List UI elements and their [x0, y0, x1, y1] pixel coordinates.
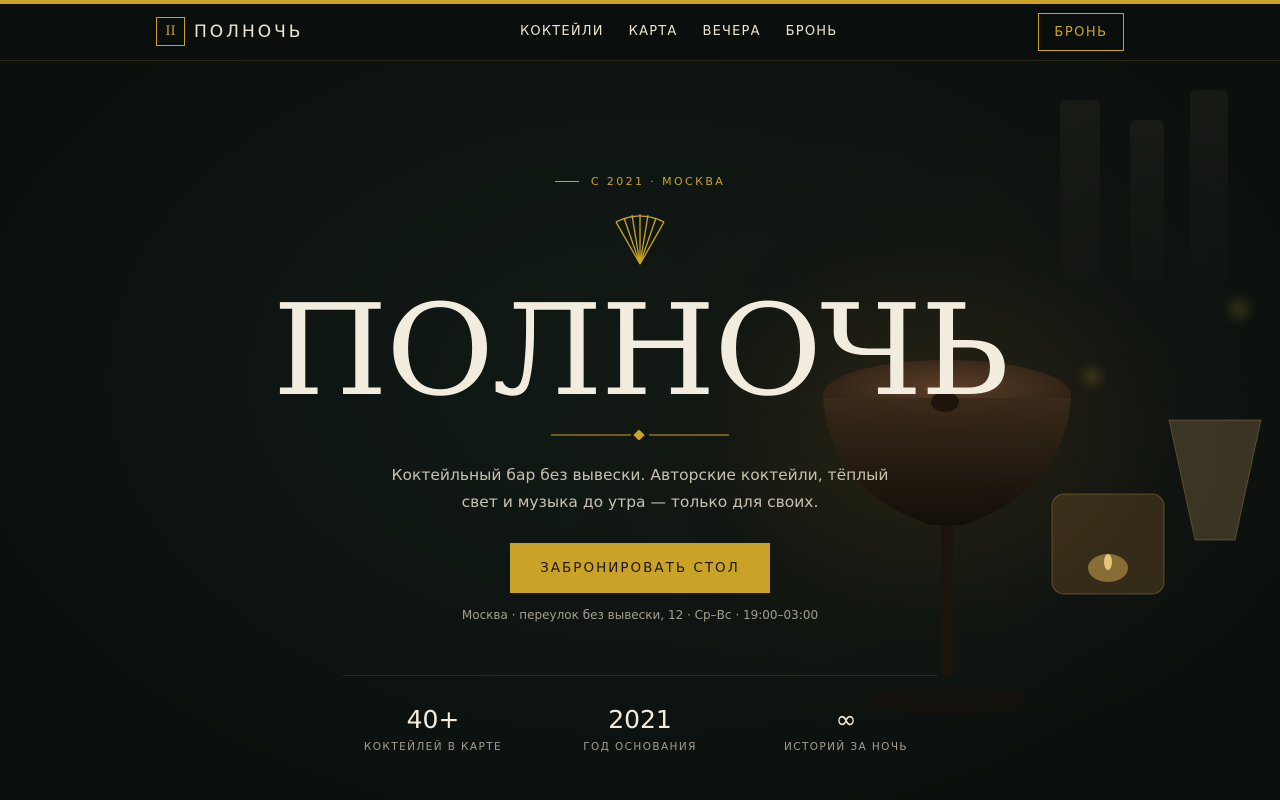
candle-glass-illustration	[1051, 493, 1165, 595]
stat-value: 2021	[608, 705, 672, 734]
book-button[interactable]: БРОНЬ	[1038, 13, 1124, 51]
eyebrow-text: С 2021 · МОСКВА	[590, 175, 726, 188]
stat-stories: ∞ ИСТОРИЙ ЗА НОЧЬ	[746, 705, 946, 753]
landing-page: II ПОЛНОЧЬ КОКТЕЙЛИ КАРТА ВЕЧЕРА БРОНЬ Б…	[0, 0, 1280, 800]
logo-text: ПОЛНОЧЬ	[194, 21, 304, 42]
hero-tagline: Коктейльный бар без вывески. Авторские к…	[391, 466, 889, 511]
bottle-silhouette	[1130, 120, 1164, 280]
stat-value: 40+	[406, 705, 460, 734]
jigger-illustration	[1168, 419, 1262, 541]
eyebrow-line	[554, 181, 579, 182]
hero-title: ПОЛНОЧЬ	[272, 277, 1010, 424]
logo-mark: II	[156, 17, 185, 46]
logo[interactable]: II ПОЛНОЧЬ	[156, 17, 303, 46]
ornament-divider	[551, 430, 729, 440]
art-deco-fan-icon	[615, 214, 665, 265]
stat-value: ∞	[835, 705, 857, 734]
nav-item-booking[interactable]: БРОНЬ	[786, 24, 838, 39]
stat-label: КОКТЕЙЛЕЙ В КАРТЕ	[363, 741, 503, 753]
stat-founded: 2021 ГОД ОСНОВАНИЯ	[540, 705, 740, 753]
stats-divider	[343, 675, 937, 676]
reserve-table-button[interactable]: ЗАБРОНИРОВАТЬ СТОЛ	[510, 543, 770, 593]
stat-label: ГОД ОСНОВАНИЯ	[583, 741, 697, 753]
address-hours: Москва · переулок без вывески, 12 · Ср–В…	[461, 608, 819, 622]
main-nav: КОКТЕЙЛИ КАРТА ВЕЧЕРА БРОНЬ	[520, 24, 862, 39]
site-header: II ПОЛНОЧЬ КОКТЕЙЛИ КАРТА ВЕЧЕРА БРОНЬ Б…	[0, 4, 1280, 61]
stat-label: ИСТОРИЙ ЗА НОЧЬ	[783, 741, 909, 753]
bottle-silhouette	[1060, 100, 1100, 280]
stat-cocktails: 40+ КОКТЕЙЛЕЙ В КАРТЕ	[333, 705, 533, 753]
nav-item-evenings[interactable]: ВЕЧЕРА	[702, 24, 760, 39]
nav-item-menu[interactable]: КАРТА	[629, 24, 678, 39]
nav-item-cocktails[interactable]: КОКТЕЙЛИ	[520, 24, 604, 39]
hero-eyebrow: С 2021 · МОСКВА	[0, 171, 1280, 190]
